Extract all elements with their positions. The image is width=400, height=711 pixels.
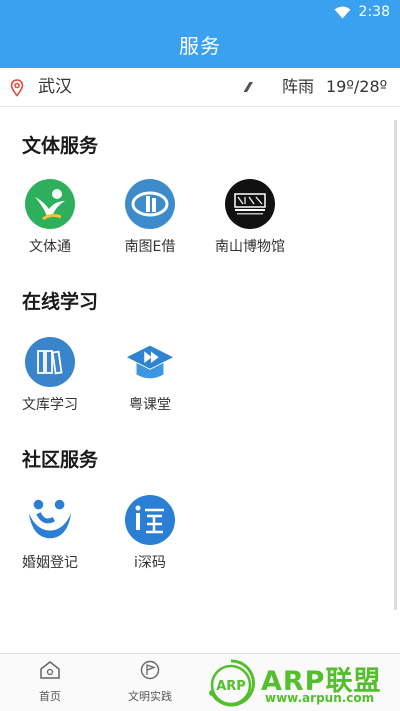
services-content[interactable]: 文体服务 文体通 南图E借 南山博物馆 在线学习 文库学习 粤课堂 社区服务 婚… [0,107,394,653]
service-item-ishen-code[interactable]: i深码 [100,495,200,572]
home-icon [40,661,60,679]
section-title-culture: 文体服务 [22,135,99,157]
nantu-logo-icon [125,179,175,229]
books-icon [25,337,75,387]
svg-text:ARP: ARP [216,679,246,694]
status-bar: 2:38 [0,0,400,24]
tab-civilization-practice[interactable]: 文明实践 [110,660,190,704]
scrollbar[interactable] [394,120,397,610]
service-label: 文体通 [29,239,71,255]
ishen-logo-icon [125,495,175,545]
wifi-icon [334,6,351,18]
watermark-url: www.arpun.com [265,691,375,705]
weather-condition: 阵雨 [282,77,315,96]
service-item-library-learning[interactable]: 文库学习 [0,337,100,414]
flag-icon [140,660,160,680]
location-pin-icon [10,79,24,97]
city-name[interactable]: 武汉 [38,68,72,106]
status-icons: 2:38 [334,4,390,20]
service-label: 南山博物馆 [215,239,285,255]
tab-home[interactable]: 首页 [10,660,90,704]
nanshan-museum-logo-icon [225,179,275,229]
service-label: 南图E借 [124,239,176,255]
arp-badge-icon: ARP [209,659,255,707]
service-label: i深码 [134,555,166,571]
service-item-nantu[interactable]: 南图E借 [100,179,200,256]
service-item-nanshan-museum[interactable]: 南山博物馆 [200,179,300,256]
service-item-marriage-registration[interactable]: 婚姻登记 [0,495,100,572]
service-label: 文库学习 [22,397,78,413]
app-header: 服务 [0,24,400,68]
wentitong-logo-icon [25,179,75,229]
service-item-wentitong[interactable]: 文体通 [0,179,100,256]
watermark: ARP ARP联盟 www.arpun.com [205,657,400,710]
tab-label: 文明实践 [128,690,172,703]
graduation-cap-play-icon [125,337,175,387]
service-item-yue-classroom[interactable]: 粤课堂 [100,337,200,414]
section-title-online-learning: 在线学习 [22,291,99,313]
page-title: 服务 [179,34,221,58]
temperature: 19º/28º [326,77,388,96]
service-label: 婚姻登记 [22,555,78,571]
marriage-logo-icon [25,495,75,545]
section-title-community: 社区服务 [22,449,99,471]
rain-icon: ⁄⁄⁄ [246,81,250,96]
service-label: 粤课堂 [129,397,171,413]
location-weather-bar[interactable]: 武汉 ⁄⁄⁄ 阵雨 19º/28º [0,68,400,107]
status-time: 2:38 [358,4,390,20]
tab-label: 首页 [39,690,61,703]
